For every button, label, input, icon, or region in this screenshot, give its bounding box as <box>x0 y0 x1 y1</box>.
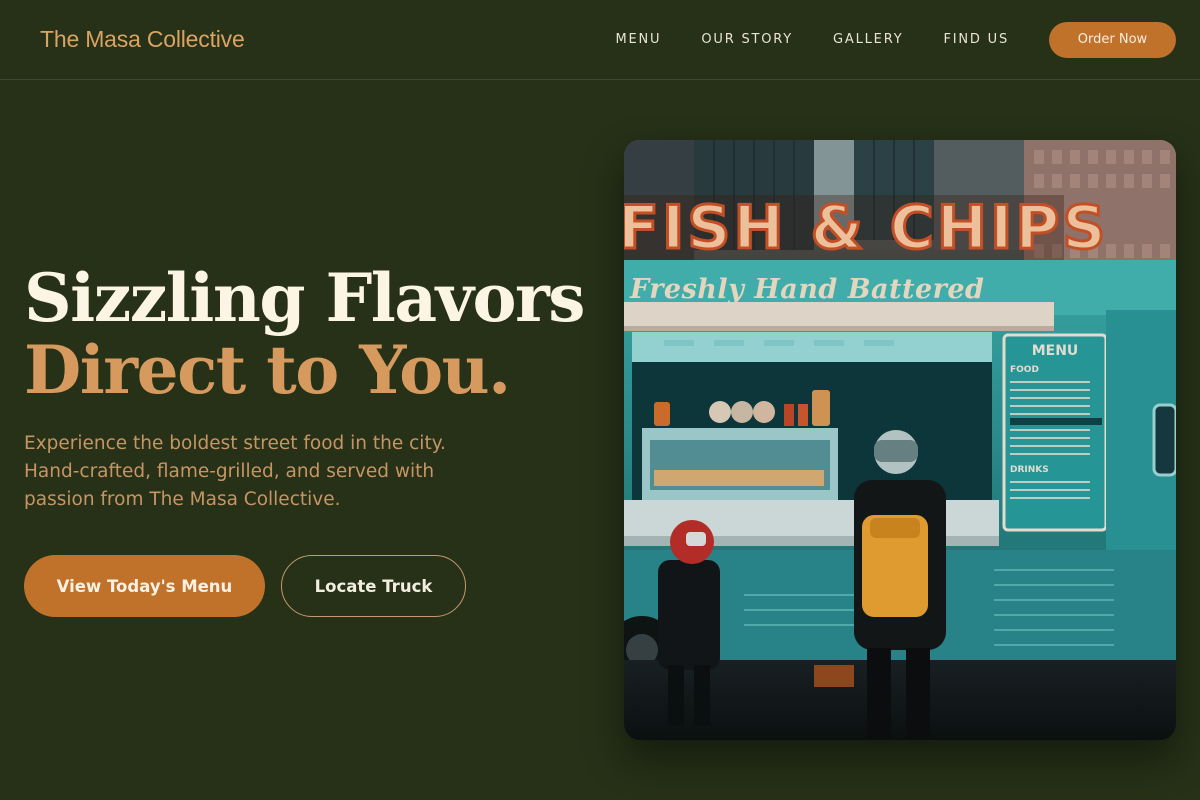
order-now-button[interactable]: Order Now <box>1049 21 1176 58</box>
brand-logo[interactable]: The Masa Collective <box>40 26 245 53</box>
hero-title-line2: Direct to You. <box>24 331 511 409</box>
top-navigation: The Masa Collective MENU OUR STORY GALLE… <box>0 0 1200 80</box>
nav-links: MENU OUR STORY GALLERY FIND US Order Now <box>615 21 1176 58</box>
locate-truck-button[interactable]: Locate Truck <box>281 555 466 617</box>
view-menu-button[interactable]: View Today's Menu <box>24 555 265 617</box>
hero-title-line1: Sizzling Flavors <box>24 259 585 337</box>
nav-link-our-story[interactable]: OUR STORY <box>701 32 793 47</box>
nav-link-gallery[interactable]: GALLERY <box>833 32 903 47</box>
food-truck-photo: FISH & CHIPS Freshly Hand Battered MENU … <box>624 140 1176 740</box>
nav-link-menu[interactable]: MENU <box>615 32 661 47</box>
nav-link-find-us[interactable]: FIND US <box>943 32 1009 47</box>
hero-subtitle: Experience the boldest street food in th… <box>24 433 446 510</box>
hero-title: Sizzling Flavors Direct to You. <box>24 259 585 409</box>
